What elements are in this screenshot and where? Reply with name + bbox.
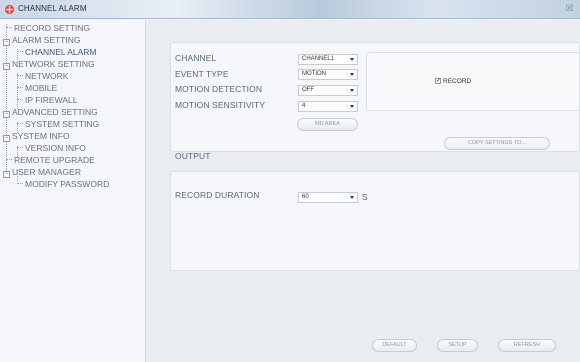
sidebar-item-version-info[interactable]: VERSION INFO <box>17 144 86 153</box>
refresh-button[interactable]: REFRESH <box>498 339 556 352</box>
motion-detection-label: MOTION DETECTION <box>175 84 263 94</box>
default-button[interactable]: DEFAULT <box>372 339 417 352</box>
sidebar-item-label: SYSTEM SETTING <box>25 119 100 129</box>
sidebar-item-network-setting[interactable]: − NETWORK SETTING <box>3 60 95 70</box>
channel-select-value: CHANNEL1 <box>302 56 335 62</box>
channel-select[interactable]: CHANNEL1 <box>298 54 358 65</box>
event-type-select[interactable]: MOTION <box>298 69 358 80</box>
sidebar-item-label: ADVANCED SETTING <box>12 107 98 117</box>
sidebar-item-alarm-setting[interactable]: − ALARM SETTING <box>3 36 80 46</box>
collapse-icon[interactable]: − <box>3 135 10 142</box>
sidebar-item-network[interactable]: NETWORK <box>17 72 68 81</box>
record-duration-label: RECORD DURATION <box>175 190 260 200</box>
sidebar-item-user-manager[interactable]: − USER MANAGER <box>3 168 81 178</box>
collapse-icon[interactable]: − <box>3 63 10 70</box>
main-panel: CHANNEL CHANNEL1 EVENT TYPE MOTION MOTIO… <box>147 20 580 362</box>
sidebar-item-label: MOBILE <box>25 83 58 93</box>
sidebar-item-label: IP FIREWALL <box>25 95 78 105</box>
sidebar-item-system-setting[interactable]: SYSTEM SETTING <box>17 120 99 129</box>
app-logo-icon <box>5 5 14 14</box>
sidebar-item-modify-password[interactable]: MODIFY PASSWORD <box>17 180 109 189</box>
dropdown-arrow-icon <box>350 196 354 199</box>
motion-sensitivity-select[interactable]: 4 <box>298 101 358 112</box>
sidebar-item-ip-firewall[interactable]: IP FIREWALL <box>17 96 77 105</box>
setup-button[interactable]: SETUP <box>437 339 478 352</box>
dropdown-arrow-icon <box>350 73 354 76</box>
sidebar-item-mobile[interactable]: MOBILE <box>17 84 57 93</box>
settings-tree: RECORD SETTING − ALARM SETTING CHANNEL AL… <box>0 20 146 362</box>
motion-detection-select-value: OFF <box>302 87 314 93</box>
title-bar: CHANNEL ALARM ☒ <box>0 0 580 19</box>
record-checkbox[interactable]: ✓ <box>435 78 441 84</box>
collapse-icon[interactable]: − <box>3 111 10 118</box>
record-duration-select-value: 60 <box>302 194 309 200</box>
md-area-button[interactable]: MD AREA <box>297 118 358 131</box>
sidebar-item-channel-alarm[interactable]: CHANNEL ALARM <box>17 48 96 57</box>
sidebar-item-advanced-setting[interactable]: − ADVANCED SETTING <box>3 108 98 118</box>
tree-guide-line <box>6 24 7 177</box>
motion-sensitivity-label: MOTION SENSITIVITY <box>175 100 266 110</box>
sidebar-item-label: SYSTEM INFO <box>12 131 70 141</box>
alarm-output-box <box>366 52 580 111</box>
sidebar-item-label: CHANNEL ALARM <box>25 47 97 57</box>
window-title: CHANNEL ALARM <box>18 4 87 13</box>
channel-label: CHANNEL <box>175 53 217 63</box>
record-duration-unit: S <box>362 192 368 202</box>
sidebar-item-label: RECORD SETTING <box>14 23 91 33</box>
event-type-select-value: MOTION <box>302 71 326 77</box>
copy-settings-button[interactable]: COPY SETTINGS TO... <box>444 137 550 150</box>
output-section-title: OUTPUT <box>175 151 211 161</box>
close-icon[interactable]: ☒ <box>563 3 576 15</box>
sidebar-item-remote-upgrade[interactable]: REMOTE UPGRADE <box>6 156 95 165</box>
output-panel <box>170 171 580 271</box>
sidebar-item-label: MODIFY PASSWORD <box>25 179 110 189</box>
sidebar-item-label: NETWORK SETTING <box>12 59 95 69</box>
motion-sensitivity-select-value: 4 <box>302 103 306 109</box>
motion-detection-select[interactable]: OFF <box>298 85 358 96</box>
record-duration-select[interactable]: 60 <box>298 192 358 203</box>
dropdown-arrow-icon <box>350 89 354 92</box>
dropdown-arrow-icon <box>350 58 354 61</box>
dropdown-arrow-icon <box>350 105 354 108</box>
sidebar-item-label: NETWORK <box>25 71 69 81</box>
collapse-icon[interactable]: − <box>3 39 10 46</box>
sidebar-item-system-info[interactable]: − SYSTEM INFO <box>3 132 70 142</box>
sidebar-item-label: ALARM SETTING <box>12 35 81 45</box>
sidebar-item-label: USER MANAGER <box>12 167 81 177</box>
event-type-label: EVENT TYPE <box>175 69 229 79</box>
sidebar-item-record-setting[interactable]: RECORD SETTING <box>6 24 90 33</box>
sidebar-item-label: VERSION INFO <box>25 143 86 153</box>
record-checkbox-label: RECORD <box>443 78 472 85</box>
collapse-icon[interactable]: − <box>3 171 10 178</box>
sidebar-item-label: REMOTE UPGRADE <box>14 155 95 165</box>
